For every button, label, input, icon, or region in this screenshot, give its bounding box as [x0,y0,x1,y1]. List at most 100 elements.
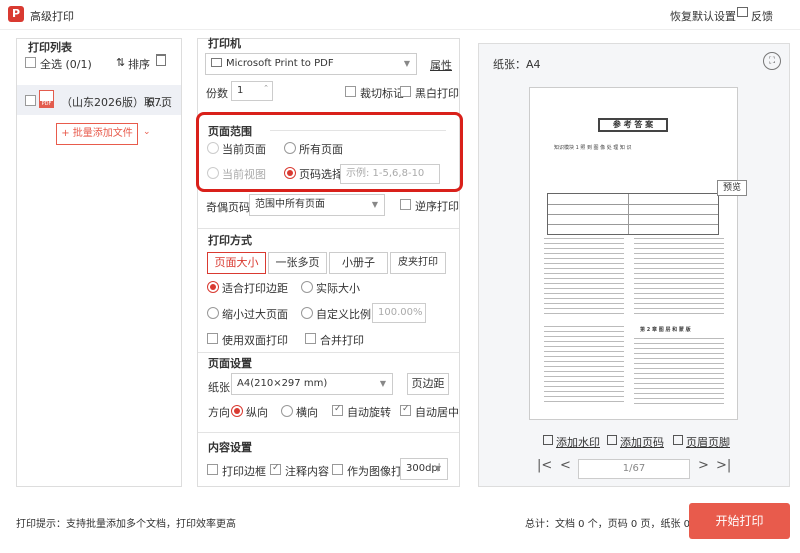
next-page-icon[interactable]: > [698,458,709,473]
prev-page-icon[interactable]: < [560,458,571,473]
print-mode-title: 打印方式 [208,234,252,247]
table-line [548,214,718,215]
table-line [548,204,718,205]
duplex-label: 使用双面打印 [222,334,288,347]
paper-label: 纸张 [208,381,230,394]
header-footer-link[interactable]: 页眉页脚 [686,434,730,450]
batch-add-files-button[interactable]: + 批量添加文件 [56,123,138,145]
crop-marks-label: 裁切标记 [360,87,404,100]
chevron-down-icon: ▼ [371,200,378,209]
landscape-radio[interactable] [281,405,293,417]
wallet-print-mode-button[interactable]: 皮夹打印 [390,252,446,274]
page-range-divider [270,130,446,131]
auto-center-label: 自动居中 [415,406,459,419]
page-setup-title: 页面设置 [208,357,252,370]
auto-rotate-label: 自动旋转 [347,406,391,419]
preview-page: 参 考 答 案 知识模块 1 照 到 图 像 处 理 知 识 第 2 章 图 层… [529,87,738,420]
reverse-print-checkbox[interactable] [400,199,411,210]
section-divider [198,228,459,229]
printer-properties-link[interactable]: 属性 [430,57,452,73]
print-as-image-checkbox[interactable] [332,464,343,475]
doc-text-right [634,238,724,318]
booklet-mode-button[interactable]: 小册子 [329,252,388,274]
margins-button[interactable]: 页边距 [407,373,449,395]
duplex-checkbox[interactable] [207,333,218,344]
printer-select[interactable]: Microsoft Print to PDF ▼ [205,53,417,75]
delete-icon[interactable] [156,54,166,66]
first-page-icon[interactable]: |< [537,458,552,473]
custom-scale-radio[interactable] [301,307,313,319]
copies-label: 份数 [206,87,228,100]
content-setup-title: 内容设置 [208,441,252,454]
landscape-label: 横向 [296,406,318,419]
restore-defaults-link[interactable]: 恢复默认设置 [670,8,736,24]
start-print-button[interactable]: 开始打印 [689,503,790,539]
doc-subtitle: 知识模块 1 照 到 图 像 处 理 知 识 [554,145,632,151]
chevron-down-icon: ▼ [434,464,441,473]
odd-even-value: 范围中所有页面 [255,199,325,210]
print-border-checkbox[interactable] [207,464,218,475]
watermark-icon[interactable] [543,435,553,445]
print-border-label: 打印边框 [222,465,266,478]
last-page-icon[interactable]: >| [716,458,731,473]
chevron-down-icon: ▼ [403,59,410,68]
shrink-large-radio[interactable] [207,307,219,319]
add-files-dropdown-icon[interactable]: ⌄ [143,127,151,137]
page-select-radio[interactable] [284,167,296,179]
page-number-icon[interactable] [607,435,617,445]
multi-page-mode-button[interactable]: 一张多页 [268,252,327,274]
reverse-print-label: 逆序打印 [415,200,459,213]
section-divider [198,432,459,433]
bw-print-label: 黑白打印 [415,87,459,100]
select-all-checkbox[interactable] [25,57,36,68]
feedback-link[interactable]: 反馈 [751,8,773,24]
current-page-radio[interactable] [207,142,219,154]
scale-input[interactable]: 100.00% [372,303,426,323]
all-pages-label: 所有页面 [299,143,343,156]
actual-size-radio[interactable] [301,281,313,293]
dpi-select[interactable]: 300dpi ▼ [400,458,448,480]
page-size-mode-button[interactable]: 页面大小 [207,252,266,274]
file-item-checkbox[interactable] [25,95,36,106]
annotations-checkbox[interactable] [270,463,281,475]
page-select-label: 页码选择 [299,168,343,181]
direction-label: 方向 [208,406,230,419]
printer-select-value: Microsoft Print to PDF [226,58,334,69]
add-page-number-link[interactable]: 添加页码 [620,434,664,450]
printer-icon [211,58,222,67]
fit-margin-radio[interactable] [207,281,219,293]
odd-even-select[interactable]: 范围中所有页面 ▼ [249,194,385,216]
file-list-title: 打印列表 [28,41,72,54]
bw-print-checkbox[interactable] [400,86,411,97]
preview-tooltip: 预览 [717,180,747,196]
fullscreen-icon[interactable]: ⛶ [763,52,781,70]
doc-chapter-heading: 第 2 章 图 层 和 蒙 版 [640,327,691,333]
page-range-input[interactable]: 示例: 1-5,6,8-10 [340,164,440,184]
crop-marks-checkbox[interactable] [345,86,356,97]
sort-icon[interactable]: ⇅ [116,56,125,69]
paper-size-select[interactable]: A4(210×297 mm) ▼ [231,373,393,395]
portrait-radio[interactable] [231,405,243,417]
header-footer-icon[interactable] [673,435,683,445]
feedback-icon[interactable] [737,7,748,17]
doc-title-box: 参 考 答 案 [598,118,668,132]
preview-paper-label: 纸张：A4 [493,58,541,71]
stepper-arrows-icon[interactable]: ⌃⌄ [263,82,269,100]
custom-scale-label: 自定义比例 [316,308,371,321]
table-line [628,194,629,234]
auto-center-checkbox[interactable] [400,404,411,416]
auto-rotate-checkbox[interactable] [332,404,343,416]
table-line [548,224,718,225]
add-watermark-link[interactable]: 添加水印 [556,434,600,450]
copies-stepper[interactable]: 1 ⌃⌄ [231,81,273,101]
current-view-radio[interactable] [207,167,219,179]
merge-print-checkbox[interactable] [305,333,316,344]
sort-button[interactable]: 排序 [128,56,150,72]
current-page-label: 当前页面 [222,143,266,156]
page-indicator-input[interactable]: 1/67 [578,459,690,479]
select-all-label: 全选 (0/1) [40,58,92,71]
all-pages-radio[interactable] [284,142,296,154]
doc-table [547,193,719,235]
doc-text-right-2 [634,338,724,406]
title-bar: P 高级打印 恢复默认设置 反馈 [0,0,800,30]
